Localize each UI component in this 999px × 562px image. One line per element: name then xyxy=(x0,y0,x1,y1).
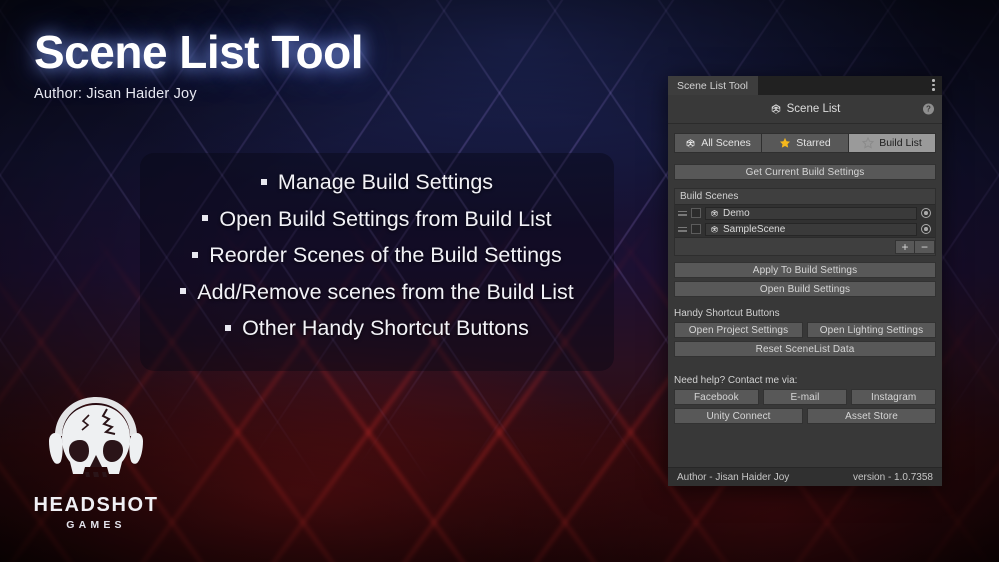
instagram-button[interactable]: Instagram xyxy=(851,389,937,405)
bullet-icon xyxy=(225,324,232,331)
list-item: Add/Remove scenes from the Build List xyxy=(140,279,614,304)
row-checkbox[interactable] xyxy=(691,208,701,218)
get-current-build-settings-button[interactable]: Get Current Build Settings xyxy=(674,164,936,180)
headshot-games-logo: HEADSHOT GAMES xyxy=(30,393,162,533)
drag-handle-icon[interactable] xyxy=(678,210,687,216)
add-scene-button[interactable]: + xyxy=(895,239,915,254)
object-picker-icon[interactable] xyxy=(921,208,931,218)
feature-label: Reorder Scenes of the Build Settings xyxy=(209,243,562,267)
tab-build-list[interactable]: Build List xyxy=(849,133,936,153)
star-outline-icon xyxy=(862,137,875,149)
scene-list-heading: Scene List xyxy=(770,103,841,115)
row-checkbox[interactable] xyxy=(691,224,701,234)
scene-object-field[interactable]: Demo xyxy=(705,206,917,220)
unity-scene-icon xyxy=(711,209,718,217)
remove-scene-button[interactable]: − xyxy=(915,239,935,254)
feature-label: Manage Build Settings xyxy=(277,170,494,194)
feature-label: Add/Remove scenes from the Build List xyxy=(197,279,574,304)
window-tab-strip: Scene List Tool xyxy=(668,76,942,95)
tab-starred[interactable]: Starred xyxy=(762,133,849,153)
unity-logo-icon xyxy=(771,104,780,114)
logo-wordmark: HEADSHOT xyxy=(33,494,159,516)
contact-row-2: Unity Connect Asset Store xyxy=(674,408,936,424)
feature-label: Other Handy Shortcut Buttons xyxy=(242,316,529,340)
tab-label: Starred xyxy=(796,137,831,149)
contact-row-1: Facebook E-mail Instagram xyxy=(674,389,937,405)
window-footer: Author - Jisan Haider Joy version - 1.0.… xyxy=(668,467,942,486)
tab-all-scenes[interactable]: All Scenes xyxy=(674,133,762,153)
window-title-label: Scene List xyxy=(786,103,841,115)
build-scenes-list: Demo SampleScene xyxy=(675,204,935,238)
scene-name: SampleScene xyxy=(723,223,786,235)
unity-connect-button[interactable]: Unity Connect xyxy=(674,408,803,424)
asset-store-button[interactable]: Asset Store xyxy=(807,408,936,424)
handy-shortcut-buttons-label: Handy Shortcut Buttons xyxy=(674,308,780,319)
kebab-menu-icon[interactable] xyxy=(932,79,935,91)
feature-list: Manage Build Settings Open Build Setting… xyxy=(140,170,614,355)
table-row[interactable]: Demo xyxy=(675,205,935,221)
footer-author: Author - Jisan Haider Joy xyxy=(677,471,790,483)
contact-label: Need help? Contact me via: xyxy=(674,375,798,386)
list-item: Open Build Settings from Build List xyxy=(140,206,614,231)
reset-scenelist-data-button[interactable]: Reset SceneList Data xyxy=(674,341,936,357)
author-subtitle: Author: Jisan Haider Joy xyxy=(34,86,197,103)
tab-label: All Scenes xyxy=(701,137,751,149)
page-title: Scene List Tool xyxy=(34,26,364,78)
email-button[interactable]: E-mail xyxy=(762,389,848,405)
title-block: Scene List Tool Author: Jisan Haider Joy xyxy=(34,26,364,103)
bullet-icon xyxy=(260,178,267,185)
bullet-icon xyxy=(202,215,209,222)
window-header: Scene List ? xyxy=(668,95,942,124)
apply-to-build-settings-button[interactable]: Apply To Build Settings xyxy=(674,262,936,278)
list-item: Manage Build Settings xyxy=(140,170,614,194)
window-spacer xyxy=(674,424,936,467)
open-build-settings-button[interactable]: Open Build Settings xyxy=(674,281,936,297)
build-scenes-section: Build Scenes Demo SampleScene + − xyxy=(674,188,936,256)
mode-tab-group: All Scenes Starred Build List xyxy=(674,133,936,153)
scene-list-tool-window[interactable]: Scene List Tool Scene List ? All Scenes xyxy=(668,76,942,486)
tab-scene-list-tool[interactable]: Scene List Tool xyxy=(668,76,759,95)
drag-handle-icon[interactable] xyxy=(678,226,687,232)
bullet-icon xyxy=(180,288,187,295)
shortcut-row-1: Open Project Settings Open Lighting Sett… xyxy=(674,322,936,338)
skull-headphones-icon xyxy=(49,397,143,477)
footer-version: version - 1.0.7358 xyxy=(852,471,933,483)
help-icon[interactable]: ? xyxy=(923,103,934,115)
build-scenes-label: Build Scenes xyxy=(675,189,935,204)
star-filled-icon xyxy=(780,137,791,148)
tab-label: Build List xyxy=(879,137,922,149)
facebook-button[interactable]: Facebook xyxy=(674,389,759,405)
list-item: Other Handy Shortcut Buttons xyxy=(140,316,614,340)
feature-label: Open Build Settings from Build List xyxy=(219,206,552,231)
unity-scene-icon xyxy=(711,225,718,233)
scene-object-field[interactable]: SampleScene xyxy=(705,222,917,236)
bullet-icon xyxy=(192,251,199,258)
logo-subword: GAMES xyxy=(66,519,126,531)
list-footer: + − xyxy=(675,238,935,255)
add-remove-group: + − xyxy=(895,239,935,254)
table-row[interactable]: SampleScene xyxy=(675,221,935,237)
open-project-settings-button[interactable]: Open Project Settings xyxy=(674,322,803,338)
scene-name: Demo xyxy=(723,207,750,219)
unity-logo-icon xyxy=(686,138,695,148)
list-item: Reorder Scenes of the Build Settings xyxy=(140,243,614,267)
open-lighting-settings-button[interactable]: Open Lighting Settings xyxy=(807,322,936,338)
object-picker-icon[interactable] xyxy=(921,224,931,234)
